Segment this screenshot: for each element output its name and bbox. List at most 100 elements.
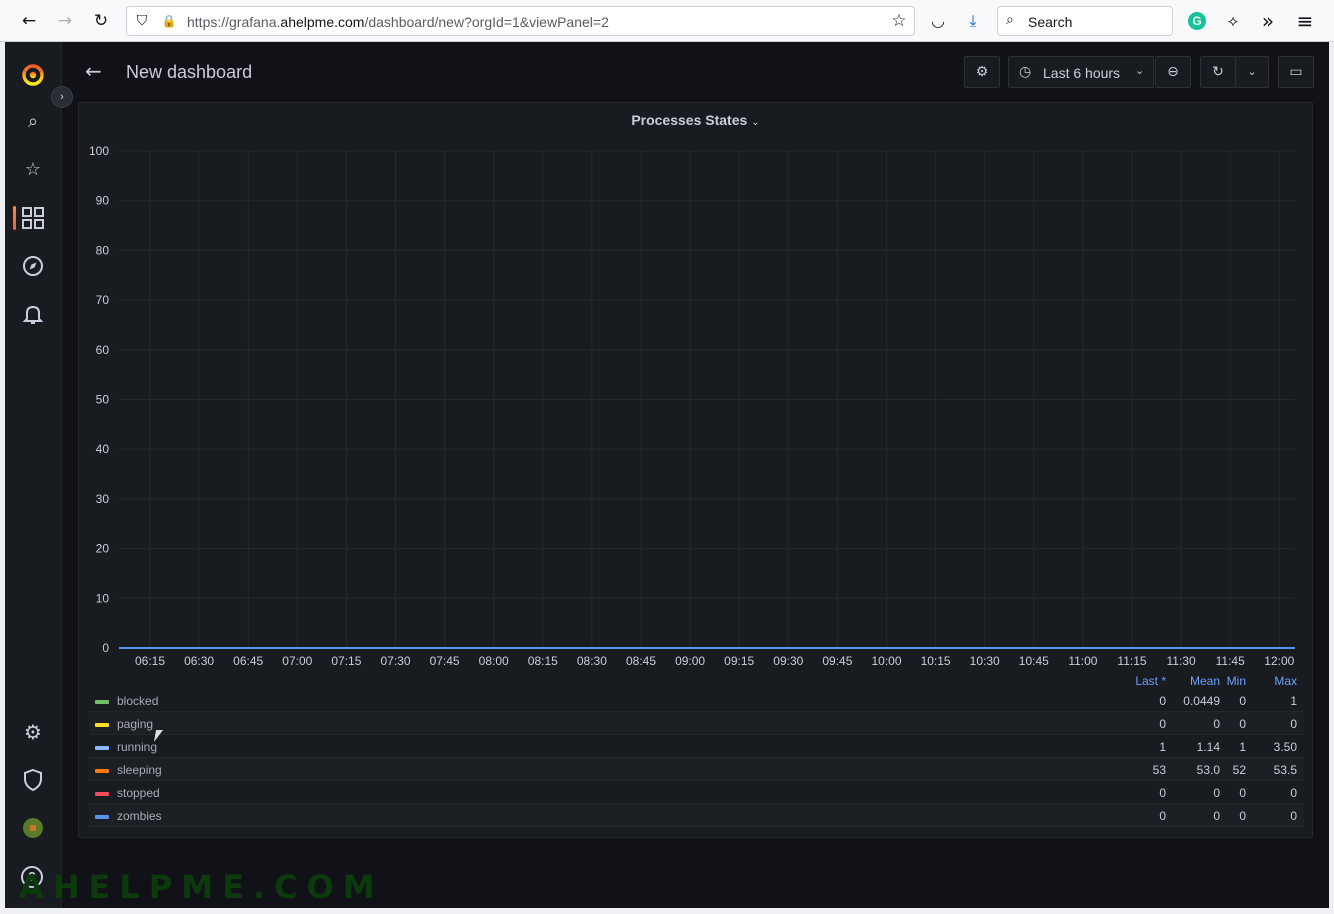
legend-swatch[interactable] xyxy=(95,769,109,773)
x-tick-label: 10:30 xyxy=(970,654,1000,668)
starred-icon[interactable]: ☆ xyxy=(21,158,45,182)
legend-row-zombies[interactable]: zombies 0 0 0 0 xyxy=(89,804,1304,827)
alerting-icon[interactable] xyxy=(21,302,45,326)
legend-header-max[interactable]: Max xyxy=(1237,674,1297,688)
configuration-icon[interactable]: ⚙ xyxy=(21,720,45,744)
x-tick-label: 10:00 xyxy=(871,654,901,668)
legend-value-max: 53.5 xyxy=(1273,763,1297,777)
bookmark-star-icon[interactable]: ☆ xyxy=(890,12,908,30)
x-tick-label: 07:15 xyxy=(331,654,361,668)
dashboards-icon[interactable] xyxy=(21,206,45,230)
x-tick-label: 07:00 xyxy=(282,654,312,668)
y-tick-label: 90 xyxy=(96,194,110,208)
legend-value-last: 1 xyxy=(1159,740,1166,754)
x-tick-label: 11:15 xyxy=(1117,654,1146,668)
legend-swatch[interactable] xyxy=(95,723,109,727)
x-tick-label: 10:45 xyxy=(1019,654,1049,668)
legend-row-paging[interactable]: paging 0 0 0 0 xyxy=(89,712,1304,735)
back-icon[interactable]: ← xyxy=(17,9,41,33)
legend-value-last: 0 xyxy=(1159,809,1166,823)
tracking-shield-icon[interactable]: ⛉ xyxy=(133,12,151,30)
legend-series-name[interactable]: paging xyxy=(117,717,153,731)
x-tick-label: 11:30 xyxy=(1167,654,1196,668)
legend-row-running[interactable]: running 1 1.14 1 3.50 xyxy=(89,735,1304,758)
y-tick-label: 30 xyxy=(96,492,110,506)
browser-toolbar: ← → ↻ ⛉ 🔒 https://grafana.ahelpme.com/da… xyxy=(0,0,1334,42)
x-tick-label: 08:30 xyxy=(577,654,607,668)
legend-series-name[interactable]: sleeping xyxy=(117,763,162,777)
chevron-down-icon: ⌄ xyxy=(1135,64,1145,77)
legend-value-max: 0 xyxy=(1290,717,1297,731)
grammarly-icon[interactable]: G xyxy=(1188,12,1206,30)
legend-series-name[interactable]: zombies xyxy=(117,809,162,823)
grafana-app: ⌕ ☆ ⚙ ? › ← New dashboard ⚙ ◷ Last 6 hou… xyxy=(5,42,1329,908)
url-bar[interactable]: ⛉ 🔒 https://grafana.ahelpme.com/dashboar… xyxy=(126,6,915,36)
y-tick-label: 0 xyxy=(102,641,109,655)
hamburger-menu-icon[interactable]: ≡ xyxy=(1293,9,1317,33)
refresh-button[interactable]: ↻ xyxy=(1200,56,1236,88)
graph-panel: Processes States ⌄ 0 10 20 30 40 50 60 70 80 90 100… xyxy=(78,102,1313,838)
explore-icon[interactable] xyxy=(21,254,45,278)
legend-swatch[interactable] xyxy=(95,792,109,796)
legend-row-sleeping[interactable]: sleeping 53 53.0 52 53.5 xyxy=(89,758,1304,781)
side-menu: ⌕ ☆ ⚙ ? xyxy=(5,42,62,908)
legend-value-last: 0 xyxy=(1159,694,1166,708)
time-series-chart[interactable]: 0 10 20 30 40 50 60 70 80 90 100 06:15 06:30 06:45 07:… xyxy=(79,103,1314,683)
forward-icon[interactable]: → xyxy=(53,9,77,33)
legend-row-blocked[interactable]: blocked 0 0.0449 0 1 xyxy=(89,689,1304,712)
y-tick-label: 80 xyxy=(96,243,110,257)
legend-value-last: 53 xyxy=(1152,763,1166,777)
x-tick-label: 09:00 xyxy=(675,654,705,668)
x-tick-label: 06:45 xyxy=(233,654,263,668)
x-tick-label: 08:45 xyxy=(626,654,656,668)
legend-header-last[interactable]: Last * xyxy=(1106,674,1166,688)
extension-icon[interactable]: ⟡ xyxy=(1221,9,1245,33)
search-icon: ⌕ xyxy=(1006,12,1014,28)
legend-swatch[interactable] xyxy=(95,815,109,819)
x-tick-label: 08:15 xyxy=(528,654,558,668)
x-tick-label: 06:30 xyxy=(184,654,214,668)
back-to-dashboard-button[interactable]: ← xyxy=(85,60,107,82)
x-tick-label: 10:15 xyxy=(921,654,951,668)
legend-series-name[interactable]: running xyxy=(117,740,157,754)
pocket-icon[interactable]: ◡ xyxy=(926,9,950,33)
avatar[interactable] xyxy=(23,818,43,838)
dashboard-settings-button[interactable]: ⚙ xyxy=(964,56,1000,88)
dashboard-title[interactable]: New dashboard xyxy=(126,62,252,83)
refresh-interval-dropdown[interactable]: ⌄ xyxy=(1235,56,1269,88)
zoom-out-button[interactable]: ⊖ xyxy=(1155,56,1191,88)
y-tick-label: 40 xyxy=(96,442,110,456)
expand-menu-button[interactable]: › xyxy=(51,86,73,108)
legend-value-max: 0 xyxy=(1290,809,1297,823)
legend-value-last: 0 xyxy=(1159,717,1166,731)
x-tick-label: 07:45 xyxy=(430,654,460,668)
legend-value-max: 1 xyxy=(1290,694,1297,708)
url-text: https://grafana.ahelpme.com/dashboard/ne… xyxy=(187,14,609,30)
lock-icon[interactable]: 🔒 xyxy=(160,12,178,30)
server-admin-icon[interactable] xyxy=(21,768,45,792)
x-tick-label: 11:45 xyxy=(1216,654,1245,668)
legend-series-name[interactable]: stopped xyxy=(117,786,160,800)
legend-value-max: 0 xyxy=(1290,786,1297,800)
reload-icon[interactable]: ↻ xyxy=(89,9,113,33)
grafana-logo-icon[interactable] xyxy=(21,62,45,86)
time-range-picker[interactable]: ◷ Last 6 hours ⌄ xyxy=(1008,56,1154,88)
x-tick-label: 11:00 xyxy=(1068,654,1097,668)
search-icon[interactable]: ⌕ xyxy=(21,110,45,134)
watermark: AHELPME.COM xyxy=(19,868,384,906)
x-tick-label: 12:00 xyxy=(1264,654,1294,668)
downloads-icon[interactable]: ⤓ xyxy=(961,9,985,33)
browser-search-input[interactable]: ⌕ Search xyxy=(997,6,1173,36)
overflow-menu-icon[interactable]: » xyxy=(1256,9,1280,33)
legend-series-name[interactable]: blocked xyxy=(117,694,158,708)
time-range-label: Last 6 hours xyxy=(1043,65,1121,81)
x-tick-label: 09:15 xyxy=(724,654,754,668)
x-tick-label: 09:45 xyxy=(822,654,852,668)
legend-value-last: 0 xyxy=(1159,786,1166,800)
y-tick-label: 50 xyxy=(96,393,110,407)
y-tick-label: 20 xyxy=(96,542,110,556)
legend-row-stopped[interactable]: stopped 0 0 0 0 xyxy=(89,781,1304,804)
tv-mode-button[interactable]: ▭ xyxy=(1278,56,1314,88)
legend-swatch[interactable] xyxy=(95,746,109,750)
legend-swatch[interactable] xyxy=(95,700,109,704)
